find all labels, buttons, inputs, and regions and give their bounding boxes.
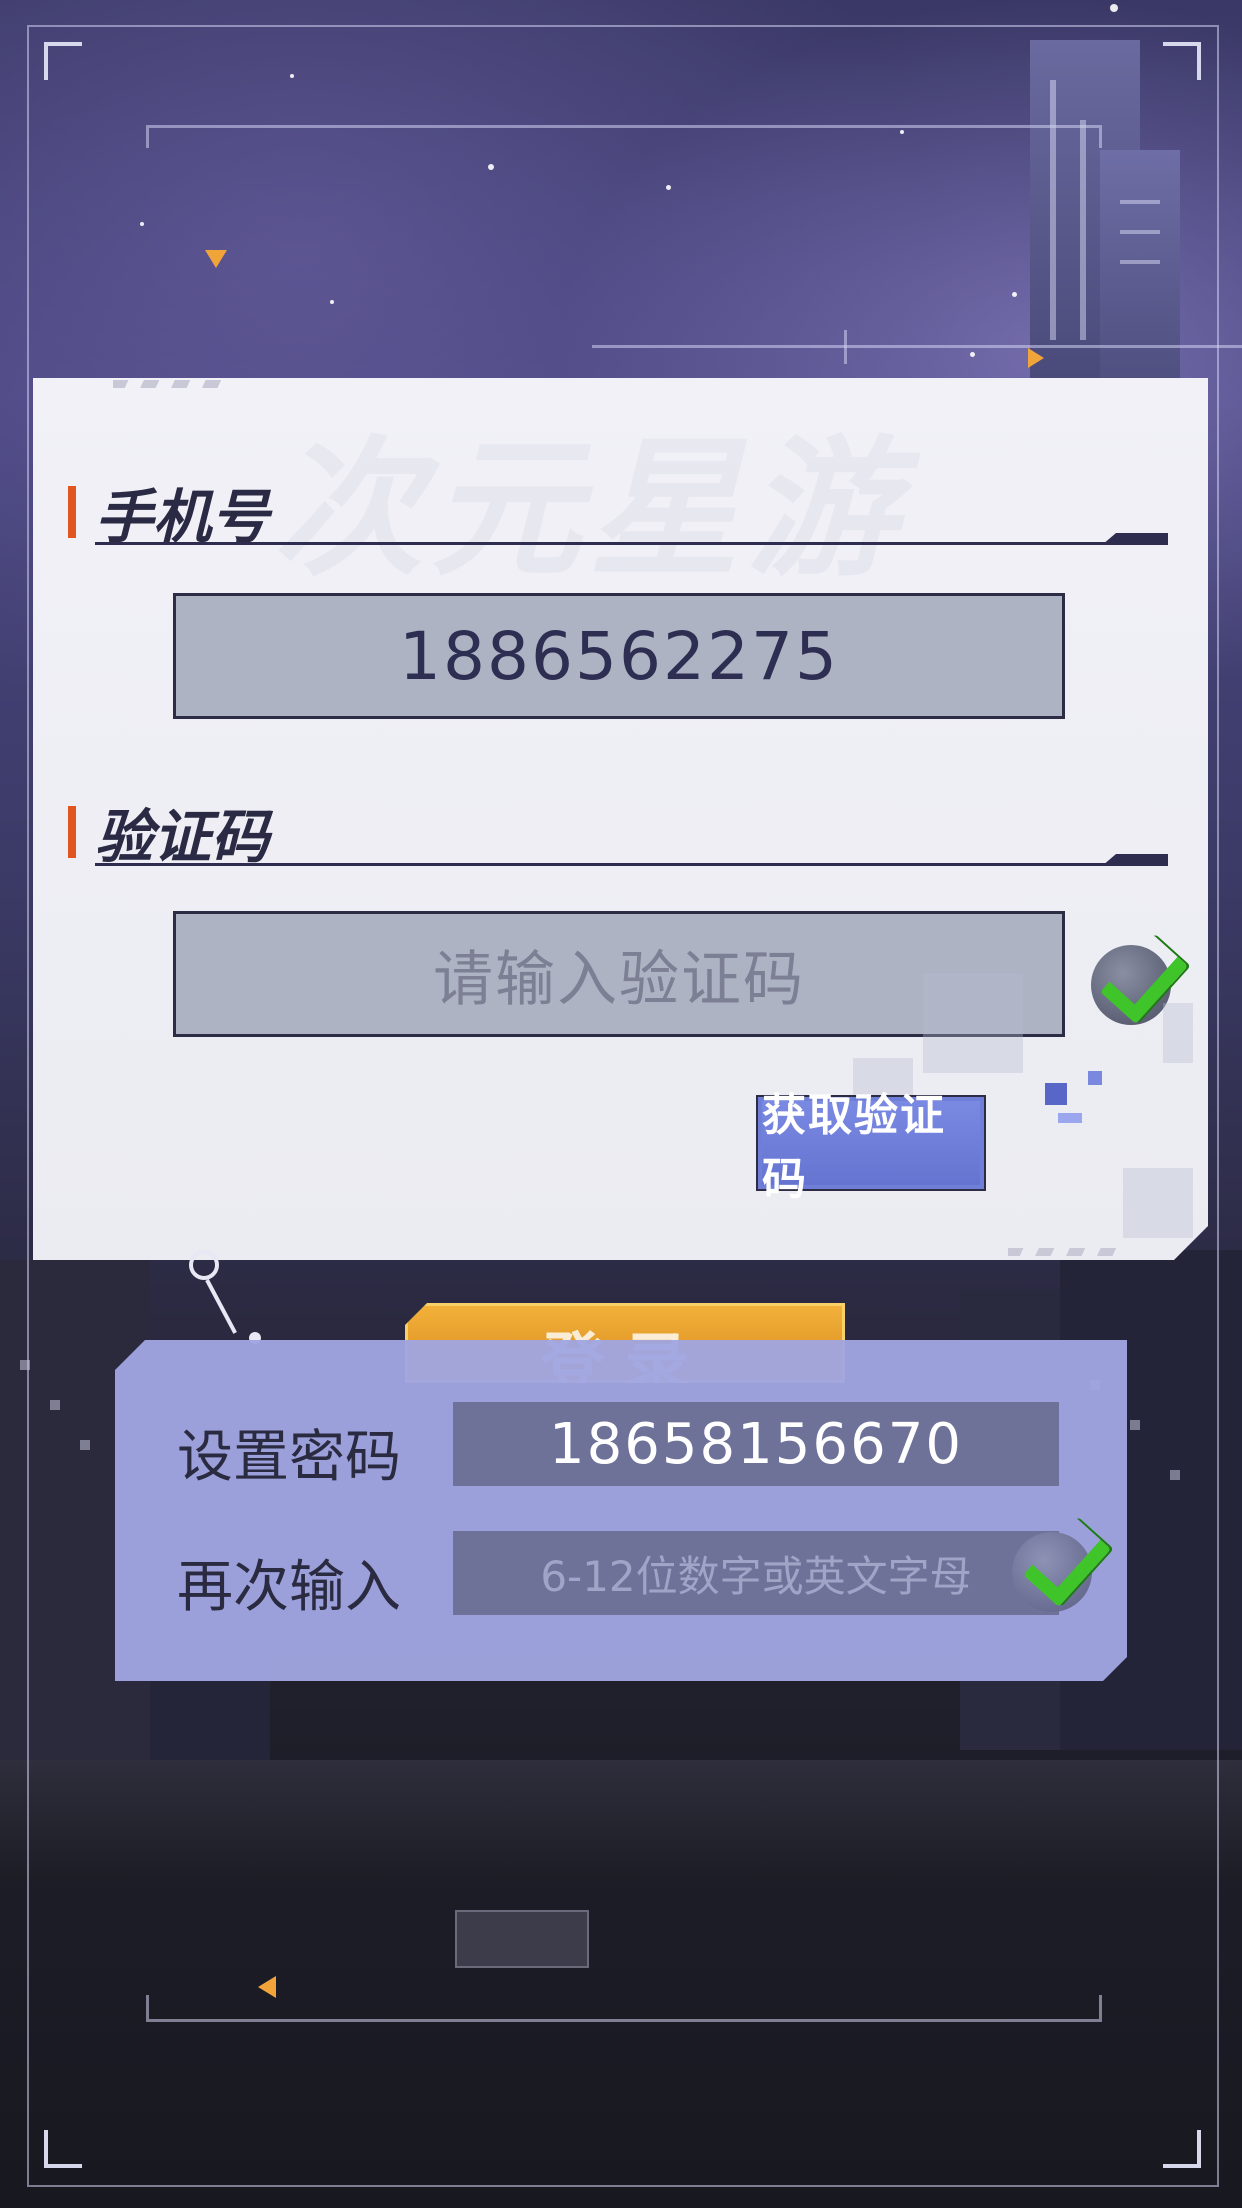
get-code-label: 获取验证码	[762, 1101, 980, 1185]
password-match-check-icon	[1010, 1516, 1111, 1618]
login-screen: 次元星游 手机号 1886562275 验证码 请输入验证码 获取验证码 设置密…	[0, 0, 1242, 2208]
confirm-password-input[interactable]: 6-12位数字或英文字母	[453, 1531, 1059, 1615]
password-panel: 设置密码 18658156670 再次输入 6-12位数字或英文字母	[115, 1340, 1127, 1681]
triangle-icon	[1028, 348, 1044, 368]
triangle-icon	[258, 1976, 276, 1998]
phone-input[interactable]: 1886562275	[173, 593, 1065, 719]
get-code-button[interactable]: 获取验证码	[756, 1095, 986, 1191]
triangle-icon	[205, 250, 227, 268]
code-label: 验证码	[95, 803, 270, 871]
section-divider	[95, 863, 1165, 866]
watermark-logo: 次元星游	[273, 423, 906, 597]
confirm-password-label: 再次输入	[177, 1555, 401, 1620]
set-password-input[interactable]: 18658156670	[453, 1402, 1059, 1486]
section-accent-bar	[68, 806, 76, 858]
set-password-label: 设置密码	[177, 1425, 401, 1490]
section-accent-bar	[68, 486, 76, 538]
registration-card: 次元星游 手机号 1886562275 验证码 请输入验证码 获取验证码	[33, 378, 1208, 1260]
section-divider	[95, 542, 1165, 545]
